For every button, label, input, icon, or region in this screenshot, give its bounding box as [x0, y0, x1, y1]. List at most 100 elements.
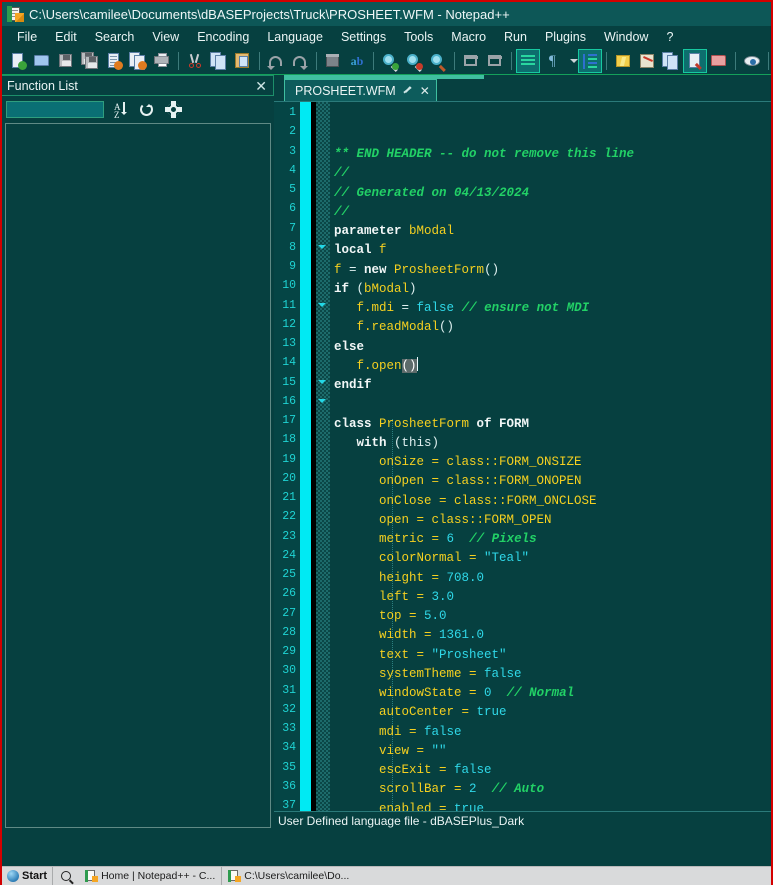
- code-line[interactable]: onSize = class::FORM_ONSIZE: [330, 453, 771, 472]
- menu-item-file[interactable]: File: [8, 28, 46, 46]
- tab-prosheet-wfm[interactable]: PROSHEET.WFM ✕: [284, 79, 437, 101]
- sync-vertical-scroll-icon[interactable]: [460, 50, 482, 72]
- code-line[interactable]: local f: [330, 241, 771, 260]
- reload-icon[interactable]: [139, 101, 156, 118]
- code-line[interactable]: [330, 395, 771, 414]
- code-line[interactable]: ** END HEADER -- do not remove this line: [330, 145, 771, 164]
- code-line[interactable]: //: [330, 203, 771, 222]
- menu-item-tools[interactable]: Tools: [395, 28, 442, 46]
- code-line[interactable]: else: [330, 338, 771, 357]
- code-line[interactable]: with (this): [330, 434, 771, 453]
- save-all-icon[interactable]: [79, 50, 101, 72]
- code-line[interactable]: left = 3.0: [330, 588, 771, 607]
- preferences-gear-icon[interactable]: [165, 101, 182, 118]
- code-line[interactable]: // Generated on 04/13/2024: [330, 184, 771, 203]
- copy-icon[interactable]: [208, 50, 230, 72]
- code-line[interactable]: //: [330, 164, 771, 183]
- code-line[interactable]: height = 708.0: [330, 569, 771, 588]
- sync-horizontal-scroll-icon[interactable]: [484, 50, 506, 72]
- search-icon: [61, 871, 72, 881]
- close-file-icon[interactable]: [103, 50, 125, 72]
- code-line[interactable]: metric = 6 // Pixels: [330, 530, 771, 549]
- paste-icon[interactable]: [232, 50, 254, 72]
- document-list-icon[interactable]: [660, 50, 682, 72]
- user-defined-language-icon[interactable]: [612, 50, 634, 72]
- menu-item-settings[interactable]: Settings: [332, 28, 395, 46]
- function-list-icon[interactable]: [683, 49, 707, 73]
- start-button[interactable]: Start: [2, 866, 54, 885]
- code-line[interactable]: scrollBar = 2 // Auto: [330, 780, 771, 799]
- code-line[interactable]: parameter bModal: [330, 222, 771, 241]
- cut-icon[interactable]: [184, 50, 206, 72]
- code-line[interactable]: f.readModal(): [330, 318, 771, 337]
- taskbar-search-button[interactable]: [53, 871, 79, 881]
- taskbar-item-notepadpp-home[interactable]: Home | Notepad++ - C...: [79, 867, 221, 885]
- function-list-tree[interactable]: [5, 123, 271, 828]
- function-list-search-input[interactable]: [6, 101, 104, 118]
- menu-item-edit[interactable]: Edit: [46, 28, 86, 46]
- code-line[interactable]: autoCenter = true: [330, 703, 771, 722]
- zoom-in-icon[interactable]: [379, 50, 401, 72]
- code-token-id: scrollBar =: [379, 782, 470, 797]
- code-line[interactable]: width = 1361.0: [330, 626, 771, 645]
- code-line[interactable]: systemTheme = false: [330, 665, 771, 684]
- code-line[interactable]: top = 5.0: [330, 607, 771, 626]
- fold-arrow-icon[interactable]: [318, 302, 326, 307]
- code-line[interactable]: text = "Prosheet": [330, 646, 771, 665]
- code-line[interactable]: class ProsheetForm of FORM: [330, 415, 771, 434]
- line-number: 23: [282, 529, 296, 543]
- code-line[interactable]: endif: [330, 376, 771, 395]
- code-editor[interactable]: 1 2 3 4 5 6 7 8 9 10 11 12 13 14 15 16 17 18 19 20 21 22 23 24 2…: [274, 101, 771, 811]
- zoom-out-icon[interactable]: [403, 50, 425, 72]
- close-icon[interactable]: ✕: [255, 79, 267, 93]
- show-all-characters-icon[interactable]: ¶: [541, 50, 563, 72]
- code-line[interactable]: f = new ProsheetForm(): [330, 261, 771, 280]
- close-icon[interactable]: ✕: [420, 85, 430, 97]
- redo-icon[interactable]: [289, 50, 311, 72]
- chevron-down-icon[interactable]: [565, 50, 578, 72]
- print-icon[interactable]: [151, 50, 173, 72]
- menu-item-view[interactable]: View: [143, 28, 188, 46]
- menu-item-encoding[interactable]: Encoding: [188, 28, 258, 46]
- word-wrap-icon[interactable]: [516, 49, 540, 73]
- code-line[interactable]: enabled = true: [330, 800, 771, 812]
- code-line[interactable]: open = class::FORM_OPEN: [330, 511, 771, 530]
- code-line[interactable]: onOpen = class::FORM_ONOPEN: [330, 472, 771, 491]
- code-line[interactable]: colorNormal = "Teal": [330, 549, 771, 568]
- sort-alphabetical-icon[interactable]: AZ: [113, 101, 130, 120]
- menu-item-macro[interactable]: Macro: [442, 28, 495, 46]
- code-line[interactable]: view = "": [330, 742, 771, 761]
- fold-arrow-icon[interactable]: [318, 244, 326, 249]
- code-line[interactable]: if (bModal): [330, 280, 771, 299]
- pin-icon[interactable]: [402, 85, 414, 97]
- find-icon[interactable]: [322, 50, 344, 72]
- undo-icon[interactable]: [265, 50, 287, 72]
- document-map-icon[interactable]: [636, 50, 658, 72]
- code-line[interactable]: onClose = class::FORM_ONCLOSE: [330, 492, 771, 511]
- menu-item-plugins[interactable]: Plugins: [536, 28, 595, 46]
- replace-icon[interactable]: ab: [346, 50, 368, 72]
- code-folding-margin[interactable]: [316, 102, 330, 811]
- code-line[interactable]: escExit = false: [330, 761, 771, 780]
- monitoring-eye-icon[interactable]: [741, 50, 763, 72]
- menu-item-window[interactable]: Window: [595, 28, 657, 46]
- fold-arrow-icon[interactable]: [318, 398, 326, 403]
- menu-item-help[interactable]: ?: [657, 28, 682, 46]
- menu-item-language[interactable]: Language: [258, 28, 332, 46]
- code-text-area[interactable]: ** END HEADER -- do not remove this line…: [330, 102, 771, 811]
- menu-item-search[interactable]: Search: [86, 28, 144, 46]
- code-line[interactable]: f.open(): [330, 356, 771, 376]
- close-all-files-icon[interactable]: [127, 50, 149, 72]
- save-icon[interactable]: [55, 50, 77, 72]
- indent-guide-icon[interactable]: [578, 49, 602, 73]
- taskbar-item-prosheet[interactable]: C:\Users\camilee\Do...: [221, 866, 355, 885]
- zoom-restore-icon[interactable]: [427, 50, 449, 72]
- code-line[interactable]: mdi = false: [330, 723, 771, 742]
- menu-item-run[interactable]: Run: [495, 28, 536, 46]
- folder-as-workspace-icon[interactable]: [708, 50, 730, 72]
- code-line[interactable]: windowState = 0 // Normal: [330, 684, 771, 703]
- fold-arrow-icon[interactable]: [318, 379, 326, 384]
- code-line[interactable]: f.mdi = false // ensure not MDI: [330, 299, 771, 318]
- new-file-icon[interactable]: [7, 50, 29, 72]
- open-file-icon[interactable]: [31, 50, 53, 72]
